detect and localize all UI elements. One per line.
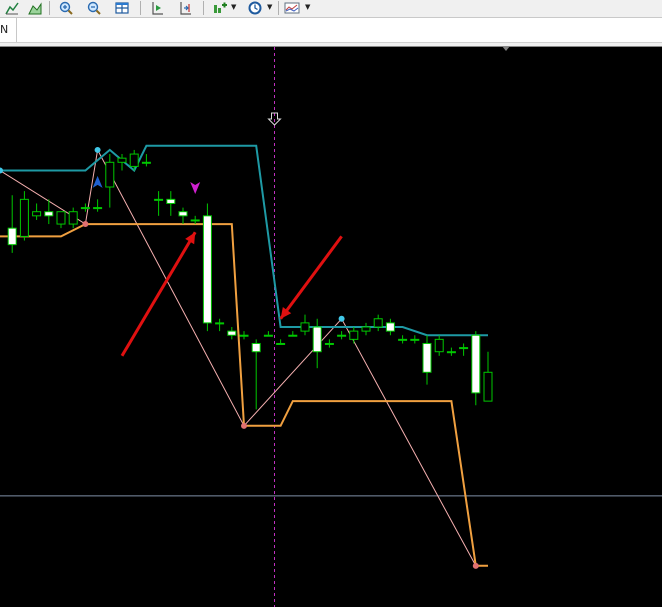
add-indicator-icon[interactable]: [210, 0, 230, 16]
candle-body: [93, 207, 103, 210]
tile-windows-icon[interactable]: [112, 0, 132, 16]
candle-body: [398, 338, 408, 341]
candle-body: [324, 342, 334, 345]
candle-body: [80, 207, 90, 210]
pivot-point: [82, 221, 89, 228]
toolbar-separator: [203, 1, 204, 15]
pivot-point: [472, 562, 479, 569]
candle-body: [166, 198, 176, 204]
candle-body: [227, 330, 237, 336]
candle-body: [434, 338, 444, 353]
zoom-out-icon[interactable]: [84, 0, 104, 16]
candle-body: [239, 334, 249, 337]
candle-body: [105, 161, 115, 188]
chevron-down-icon[interactable]: ▼: [305, 3, 310, 11]
chart-tab-strip: N: [0, 18, 662, 43]
zoom-in-icon[interactable]: [56, 0, 76, 16]
candle-body: [471, 334, 481, 394]
chevron-down-icon[interactable]: ▼: [231, 3, 236, 11]
candle-body: [337, 334, 347, 337]
templates-icon[interactable]: [282, 0, 302, 16]
pivot-point: [241, 422, 247, 429]
chevron-down-icon[interactable]: ▼: [267, 3, 272, 11]
candle-body: [154, 198, 164, 201]
candle-body: [349, 330, 359, 340]
candle-body: [56, 211, 66, 225]
candle-body: [32, 211, 42, 217]
candle-body: [361, 326, 371, 332]
pivot-point: [338, 315, 345, 322]
chart-line-icon[interactable]: [2, 0, 22, 16]
candle-body: [483, 371, 493, 402]
candle-body: [385, 322, 395, 332]
candle-body: [215, 322, 225, 325]
periods-clock-icon[interactable]: [245, 0, 265, 16]
candle-body: [422, 342, 432, 373]
scroll-chart-icon[interactable]: [147, 0, 167, 16]
candle-body: [190, 219, 200, 222]
candle-body: [446, 351, 456, 354]
candle-body: [178, 211, 188, 217]
pivot-point: [94, 146, 101, 153]
chart-shift-icon[interactable]: [175, 0, 195, 16]
candle-body: [68, 211, 78, 225]
candle-body: [117, 157, 127, 163]
candle-body: [129, 153, 139, 167]
candle-body: [7, 227, 17, 246]
candle-body: [202, 215, 212, 324]
toolbar-separator: [49, 1, 50, 15]
candle-body: [373, 318, 383, 328]
candle-body: [44, 211, 54, 217]
candle-body: [251, 342, 261, 353]
candle-body: [288, 334, 298, 337]
candle-body: [459, 347, 469, 350]
candle-body: [300, 322, 310, 332]
toolbar: ▼ ▼ ▼: [0, 0, 662, 18]
chart-tab-label[interactable]: N: [0, 23, 8, 36]
candle-body: [312, 326, 322, 353]
chart-area-icon[interactable]: [25, 0, 45, 16]
toolbar-separator: [140, 1, 141, 15]
candle-body: [19, 198, 29, 237]
toolbar-separator: [278, 1, 279, 15]
tab-divider: [16, 18, 17, 42]
candle-body: [141, 161, 151, 164]
candle-body: [276, 342, 286, 345]
price-chart[interactable]: [0, 47, 662, 607]
candle-body: [410, 338, 420, 341]
candle-body: [263, 334, 273, 337]
